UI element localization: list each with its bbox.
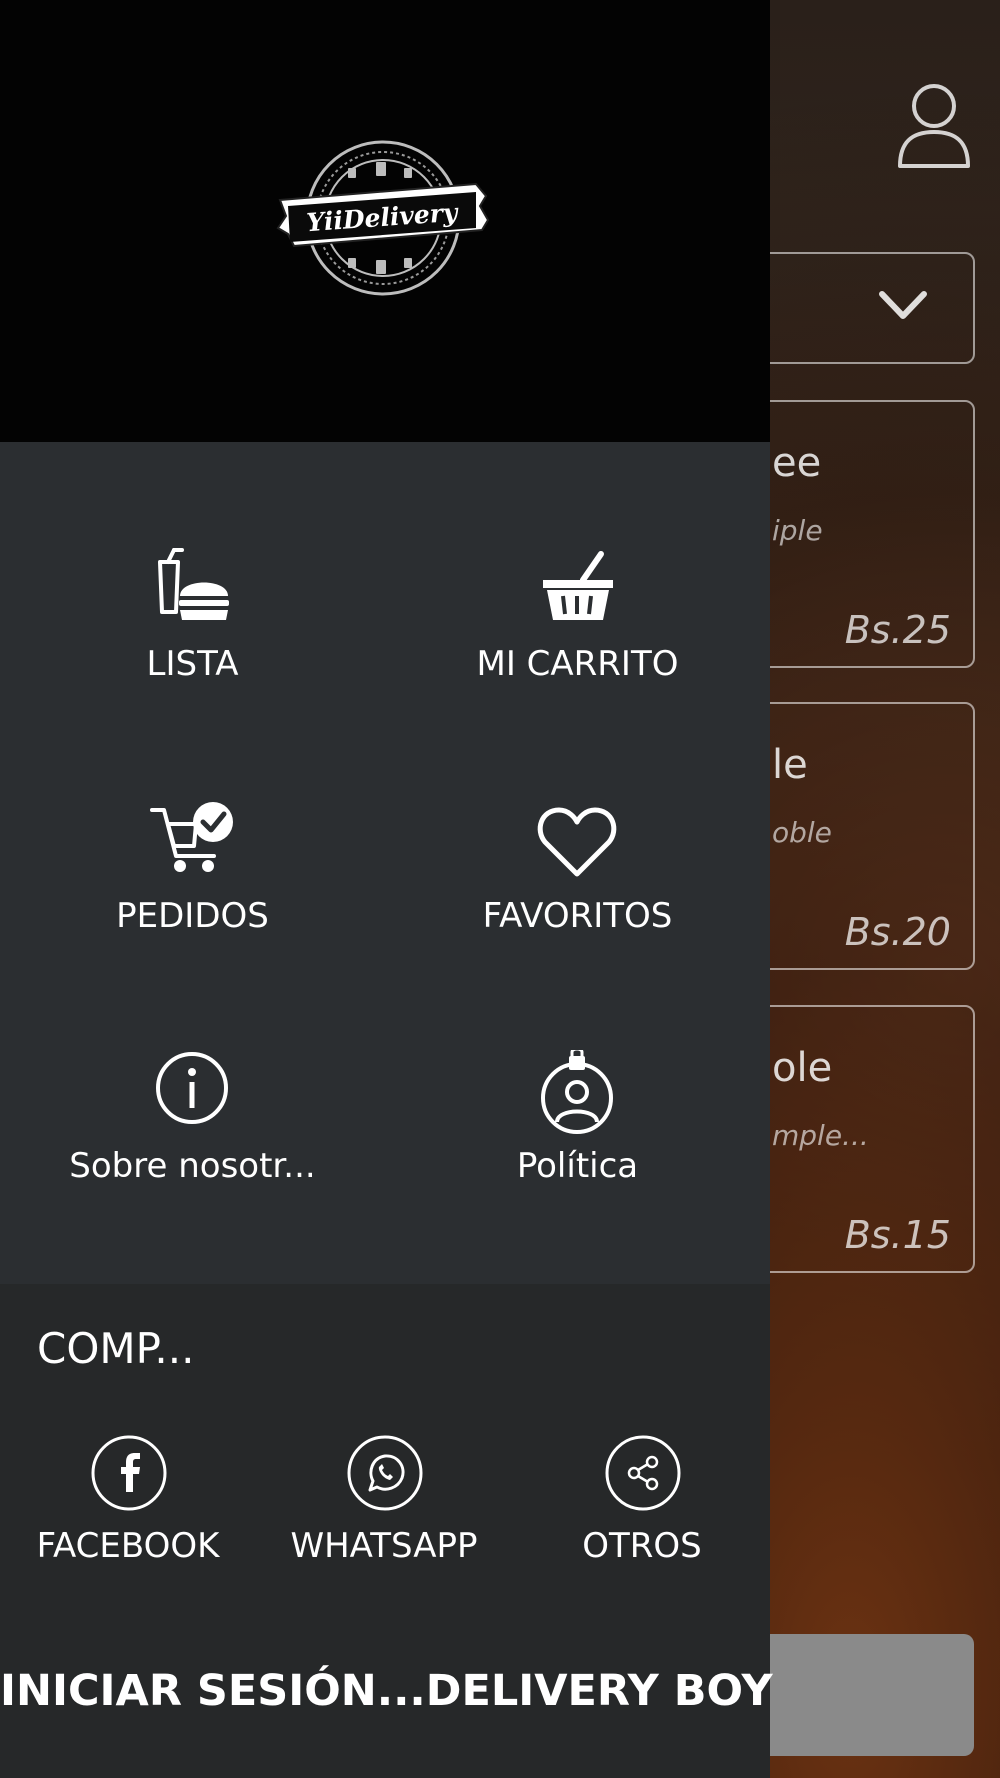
share-label: FACEBOOK <box>36 1526 220 1566</box>
privacy-icon <box>541 1050 613 1134</box>
facebook-icon <box>91 1435 167 1511</box>
menu-item-lista[interactable]: LISTA <box>0 548 385 798</box>
share-section: COMP... FACEBOOK WHATSAPP OTROS INICIAR … <box>0 1284 773 1778</box>
menu-item-pedidos[interactable]: PEDIDOS <box>0 800 385 1050</box>
product-price: Bs.15 <box>844 1213 951 1257</box>
menu-item-label: LISTA <box>146 644 239 684</box>
category-dropdown[interactable] <box>740 252 975 364</box>
product-title: ole <box>772 1045 833 1091</box>
chevron-down-icon <box>879 291 927 319</box>
menu-item-label: FAVORITOS <box>482 896 673 936</box>
basket-icon <box>543 551 613 620</box>
menu-item-label: PEDIDOS <box>116 896 269 936</box>
delivery-boy-login-button[interactable]: INICIAR SESIÓN...DELIVERY BOY <box>0 1666 773 1716</box>
info-icon <box>156 1052 228 1124</box>
menu-item-label: MI CARRITO <box>476 644 679 684</box>
share-section-title: COMP... <box>37 1324 195 1373</box>
product-price: Bs.20 <box>844 910 951 954</box>
product-price: Bs.25 <box>844 608 951 652</box>
share-whatsapp-button[interactable]: WHATSAPP <box>256 1434 512 1594</box>
product-description: iple <box>772 514 823 547</box>
product-title: le <box>772 742 808 788</box>
product-title: ee <box>772 440 822 486</box>
menu-item-politica[interactable]: Política <box>385 1050 770 1300</box>
whatsapp-icon <box>347 1435 423 1511</box>
menu-item-label: Política <box>516 1146 639 1186</box>
share-facebook-button[interactable]: FACEBOOK <box>0 1434 256 1594</box>
product-description: mple... <box>772 1119 869 1152</box>
menu-item-mi-carrito[interactable]: MI CARRITO <box>385 548 770 798</box>
product-description: oble <box>772 816 832 849</box>
navigation-drawer: YiiDelivery LISTA MI CARRITO PEDIDOS FAV… <box>0 0 773 1778</box>
menu-item-favoritos[interactable]: FAVORITOS <box>385 800 770 1050</box>
menu-item-sobre-nosotros[interactable]: Sobre nosotr... <box>0 1050 385 1300</box>
food-menu-icon <box>158 548 229 620</box>
yiidelivery-logo: YiiDelivery <box>276 140 490 296</box>
cart-check-icon <box>150 802 233 872</box>
share-icon <box>605 1435 681 1511</box>
heart-icon <box>537 807 617 877</box>
share-label: WHATSAPP <box>290 1526 478 1566</box>
share-others-button[interactable]: OTROS <box>514 1434 770 1594</box>
user-icon[interactable] <box>894 80 974 170</box>
menu-item-label: Sobre nosotr... <box>69 1146 316 1186</box>
bottom-action-button[interactable] <box>740 1634 974 1756</box>
drawer-header: YiiDelivery <box>0 0 770 442</box>
share-label: OTROS <box>582 1526 702 1566</box>
